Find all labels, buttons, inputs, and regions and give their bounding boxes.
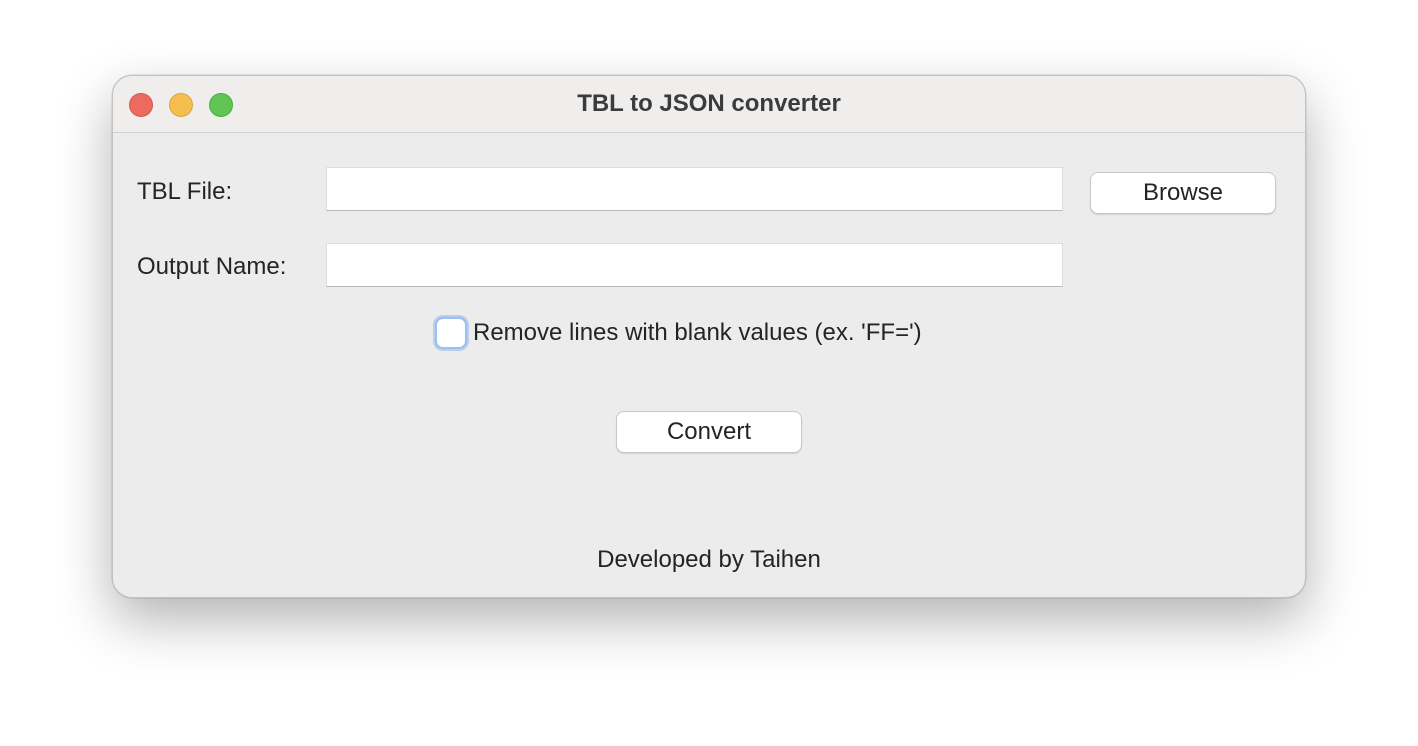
- browse-button[interactable]: Browse: [1090, 172, 1276, 214]
- remove-blank-label[interactable]: Remove lines with blank values (ex. 'FF=…: [473, 319, 922, 347]
- app-window: TBL to JSON converter TBL File: Browse O…: [112, 75, 1306, 598]
- output-name-input[interactable]: [326, 243, 1063, 287]
- output-name-label: Output Name:: [137, 253, 287, 280]
- window-title: TBL to JSON converter: [577, 90, 841, 117]
- tbl-file-input[interactable]: [326, 167, 1063, 211]
- remove-blank-checkbox[interactable]: [435, 317, 467, 349]
- tbl-file-label: TBL File:: [137, 178, 233, 205]
- convert-button[interactable]: Convert: [616, 411, 802, 453]
- title-bar[interactable]: TBL to JSON converter: [113, 76, 1305, 133]
- remove-blank-option[interactable]: Remove lines with blank values (ex. 'FF=…: [435, 316, 922, 350]
- developer-credit: Developed by Taihen: [597, 546, 821, 573]
